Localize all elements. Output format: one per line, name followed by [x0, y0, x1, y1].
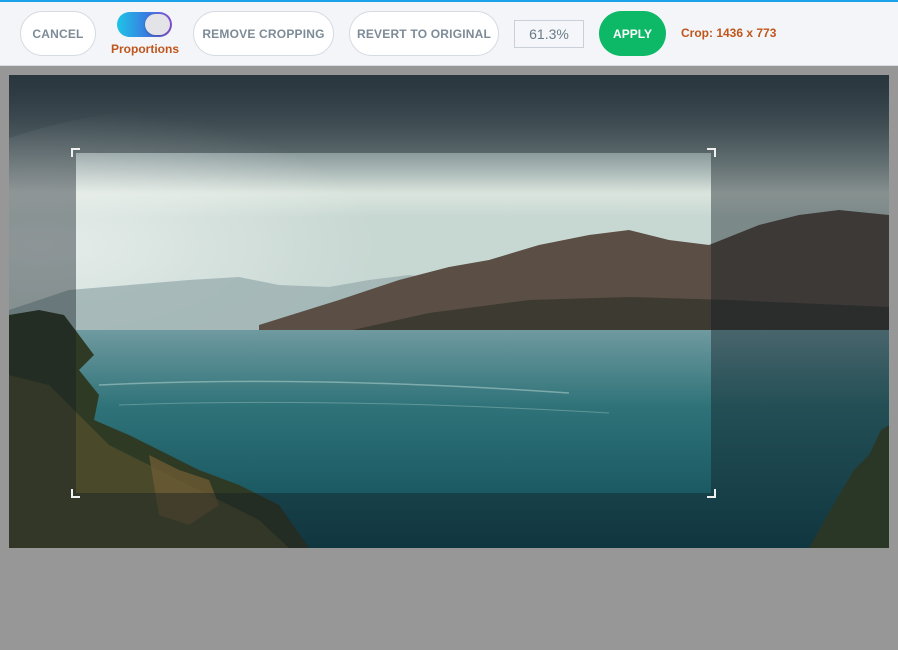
apply-button[interactable]: APPLY: [599, 11, 666, 56]
crop-corner-top-right-icon[interactable]: [707, 148, 716, 157]
zoom-level: 61.3%: [514, 20, 584, 48]
proportions-label: Proportions: [111, 42, 179, 56]
cancel-button[interactable]: CANCEL: [20, 11, 96, 56]
image-canvas: [9, 75, 889, 548]
remove-cropping-button[interactable]: REMOVE CROPPING: [193, 11, 334, 56]
crop-corner-bottom-left-icon[interactable]: [71, 489, 80, 498]
revert-to-original-button[interactable]: REVERT TO ORIGINAL: [349, 11, 499, 56]
crop-selection[interactable]: [71, 148, 716, 498]
proportions-toggle-group: Proportions: [108, 11, 182, 59]
crop-corner-bottom-right-icon[interactable]: [707, 489, 716, 498]
crop-dimensions: Crop: 1436 x 773: [681, 26, 777, 40]
crop-toolbar: CANCEL Proportions REMOVE CROPPING REVER…: [0, 2, 898, 66]
crop-overlay-top: [9, 75, 889, 153]
crop-overlay-left: [9, 153, 76, 493]
proportions-toggle[interactable]: [117, 12, 172, 37]
toggle-knob: [145, 14, 170, 35]
crop-corner-top-left-icon[interactable]: [71, 148, 80, 157]
crop-overlay-bottom: [9, 493, 889, 548]
crop-overlay-right: [711, 153, 889, 493]
